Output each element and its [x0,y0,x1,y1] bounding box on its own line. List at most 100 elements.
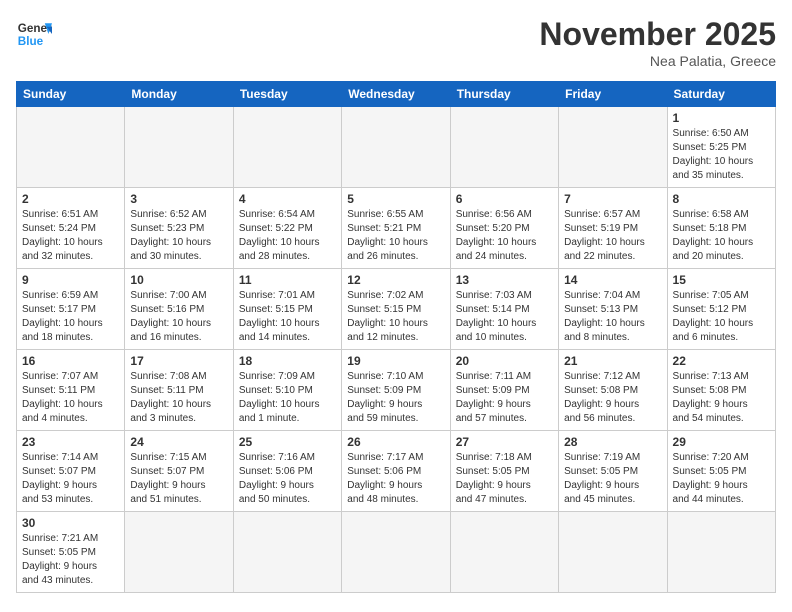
day-info: Sunrise: 7:01 AM Sunset: 5:15 PM Dayligh… [239,289,336,345]
title-block: November 2025 Nea Palatia, Greece [539,16,776,69]
logo-icon: General Blue [16,16,52,52]
day-info: Sunrise: 7:15 AM Sunset: 5:07 PM Dayligh… [130,451,227,507]
calendar-cell: 28 Sunrise: 7:19 AM Sunset: 5:05 PM Dayli… [559,431,667,512]
calendar-cell: 9 Sunrise: 6:59 AM Sunset: 5:17 PM Daylig… [17,269,125,350]
calendar-cell: 29Sunrise: 7:20 AM Sunset: 5:05 PM Dayli… [667,431,775,512]
day-info: Sunrise: 7:10 AM Sunset: 5:09 PM Dayligh… [347,370,444,426]
day-number: 28 [564,435,661,449]
calendar-cell: 4Sunrise: 6:54 AM Sunset: 5:22 PM Daylig… [233,188,341,269]
calendar-cell: 14 Sunrise: 7:04 AM Sunset: 5:13 PM Dayli… [559,269,667,350]
calendar-cell: 22 Sunrise: 7:13 AM Sunset: 5:08 PM Dayli… [667,350,775,431]
calendar-week-row: 23 Sunrise: 7:14 AM Sunset: 5:07 PM Dayli… [17,431,776,512]
calendar-cell: 21Sunrise: 7:12 AM Sunset: 5:08 PM Dayli… [559,350,667,431]
calendar-cell: 20 Sunrise: 7:11 AM Sunset: 5:09 PM Dayli… [450,350,558,431]
calendar-cell: 27 Sunrise: 7:18 AM Sunset: 5:05 PM Dayli… [450,431,558,512]
calendar-week-row: 2 Sunrise: 6:51 AM Sunset: 5:24 PM Daylig… [17,188,776,269]
day-number: 8 [673,192,770,206]
day-number: 20 [456,354,553,368]
day-info: Sunrise: 7:21 AM Sunset: 5:05 PM Dayligh… [22,532,119,588]
calendar-cell [450,107,558,188]
day-number: 13 [456,273,553,287]
calendar-cell: 23 Sunrise: 7:14 AM Sunset: 5:07 PM Dayli… [17,431,125,512]
day-header-tuesday: Tuesday [233,82,341,107]
day-info: Sunrise: 7:17 AM Sunset: 5:06 PM Dayligh… [347,451,444,507]
calendar-cell: 16 Sunrise: 7:07 AM Sunset: 5:11 PM Dayli… [17,350,125,431]
day-number: 24 [130,435,227,449]
calendar-cell [559,512,667,593]
day-info: Sunrise: 7:13 AM Sunset: 5:08 PM Dayligh… [673,370,770,426]
logo: General Blue [16,16,52,52]
calendar-cell [450,512,558,593]
calendar-week-row: 9 Sunrise: 6:59 AM Sunset: 5:17 PM Daylig… [17,269,776,350]
day-number: 22 [673,354,770,368]
day-number: 1 [673,111,770,125]
calendar-cell: 8 Sunrise: 6:58 AM Sunset: 5:18 PM Daylig… [667,188,775,269]
day-number: 5 [347,192,444,206]
day-number: 15 [673,273,770,287]
day-info: Sunrise: 6:59 AM Sunset: 5:17 PM Dayligh… [22,289,119,345]
day-number: 25 [239,435,336,449]
calendar-cell: 26 Sunrise: 7:17 AM Sunset: 5:06 PM Dayli… [342,431,450,512]
day-info: Sunrise: 7:18 AM Sunset: 5:05 PM Dayligh… [456,451,553,507]
day-number: 26 [347,435,444,449]
day-number: 9 [22,273,119,287]
day-number: 14 [564,273,661,287]
calendar-cell: 13Sunrise: 7:03 AM Sunset: 5:14 PM Dayli… [450,269,558,350]
day-number: 7 [564,192,661,206]
day-header-wednesday: Wednesday [342,82,450,107]
day-info: Sunrise: 6:57 AM Sunset: 5:19 PM Dayligh… [564,208,661,264]
calendar-week-row: 30Sunrise: 7:21 AM Sunset: 5:05 PM Dayli… [17,512,776,593]
calendar-cell [125,107,233,188]
calendar-week-row: 1 Sunrise: 6:50 AM Sunset: 5:25 PM Daylig… [17,107,776,188]
day-info: Sunrise: 7:07 AM Sunset: 5:11 PM Dayligh… [22,370,119,426]
calendar-cell: 25Sunrise: 7:16 AM Sunset: 5:06 PM Dayli… [233,431,341,512]
day-info: Sunrise: 7:11 AM Sunset: 5:09 PM Dayligh… [456,370,553,426]
day-info: Sunrise: 6:50 AM Sunset: 5:25 PM Dayligh… [673,127,770,183]
calendar-cell: 19 Sunrise: 7:10 AM Sunset: 5:09 PM Dayli… [342,350,450,431]
day-info: Sunrise: 6:55 AM Sunset: 5:21 PM Dayligh… [347,208,444,264]
day-number: 10 [130,273,227,287]
day-info: Sunrise: 6:58 AM Sunset: 5:18 PM Dayligh… [673,208,770,264]
day-number: 27 [456,435,553,449]
calendar-cell [342,107,450,188]
calendar-table: SundayMondayTuesdayWednesdayThursdayFrid… [16,81,776,593]
day-number: 17 [130,354,227,368]
day-number: 23 [22,435,119,449]
day-header-thursday: Thursday [450,82,558,107]
calendar-cell [233,107,341,188]
calendar-cell: 18Sunrise: 7:09 AM Sunset: 5:10 PM Dayli… [233,350,341,431]
day-number: 18 [239,354,336,368]
day-number: 19 [347,354,444,368]
day-number: 12 [347,273,444,287]
day-number: 16 [22,354,119,368]
day-number: 29 [673,435,770,449]
calendar-cell: 11 Sunrise: 7:01 AM Sunset: 5:15 PM Dayli… [233,269,341,350]
calendar-cell [233,512,341,593]
calendar-header-row: SundayMondayTuesdayWednesdayThursdayFrid… [17,82,776,107]
calendar-cell: 6 Sunrise: 6:56 AM Sunset: 5:20 PM Daylig… [450,188,558,269]
day-header-friday: Friday [559,82,667,107]
calendar-cell [667,512,775,593]
day-info: Sunrise: 7:12 AM Sunset: 5:08 PM Dayligh… [564,370,661,426]
day-info: Sunrise: 7:02 AM Sunset: 5:15 PM Dayligh… [347,289,444,345]
calendar-week-row: 16 Sunrise: 7:07 AM Sunset: 5:11 PM Dayli… [17,350,776,431]
day-number: 11 [239,273,336,287]
calendar-cell: 12 Sunrise: 7:02 AM Sunset: 5:15 PM Dayli… [342,269,450,350]
day-info: Sunrise: 7:04 AM Sunset: 5:13 PM Dayligh… [564,289,661,345]
day-info: Sunrise: 7:00 AM Sunset: 5:16 PM Dayligh… [130,289,227,345]
calendar-cell: 2 Sunrise: 6:51 AM Sunset: 5:24 PM Daylig… [17,188,125,269]
month-title: November 2025 [539,16,776,53]
calendar-cell [342,512,450,593]
location-subtitle: Nea Palatia, Greece [539,53,776,69]
day-info: Sunrise: 7:05 AM Sunset: 5:12 PM Dayligh… [673,289,770,345]
day-number: 2 [22,192,119,206]
day-info: Sunrise: 7:19 AM Sunset: 5:05 PM Dayligh… [564,451,661,507]
day-number: 6 [456,192,553,206]
day-info: Sunrise: 6:51 AM Sunset: 5:24 PM Dayligh… [22,208,119,264]
day-info: Sunrise: 7:14 AM Sunset: 5:07 PM Dayligh… [22,451,119,507]
day-header-saturday: Saturday [667,82,775,107]
calendar-cell [559,107,667,188]
day-info: Sunrise: 6:56 AM Sunset: 5:20 PM Dayligh… [456,208,553,264]
calendar-cell: 17Sunrise: 7:08 AM Sunset: 5:11 PM Dayli… [125,350,233,431]
calendar-cell: 3Sunrise: 6:52 AM Sunset: 5:23 PM Daylig… [125,188,233,269]
